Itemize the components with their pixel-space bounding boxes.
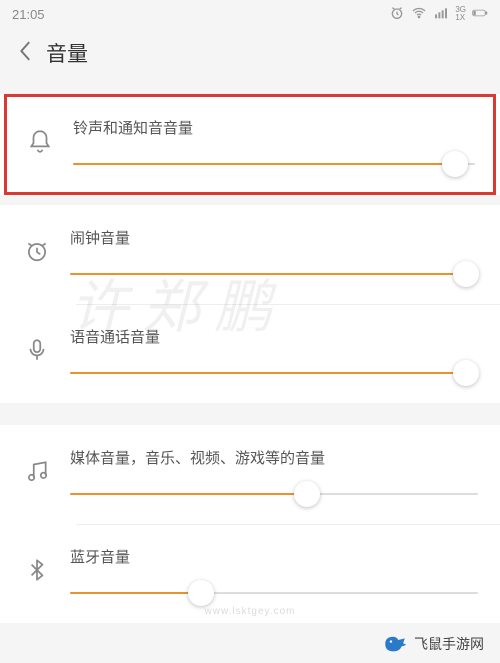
alarm-volume-row: 闹钟音量 [0, 205, 500, 304]
alarm-slider[interactable] [70, 262, 478, 286]
voice-label: 语音通话音量 [70, 326, 478, 347]
bluetooth-icon [22, 550, 52, 590]
brand-text: 飞鼠手游网 [414, 634, 484, 654]
ringtone-label: 铃声和通知音音量 [73, 117, 475, 138]
signal-icon [433, 5, 449, 24]
alarm-label: 闹钟音量 [70, 227, 478, 248]
ringtone-volume-row: 铃声和通知音音量 [4, 94, 496, 195]
media-slider[interactable] [70, 482, 478, 506]
voice-slider[interactable] [70, 361, 478, 385]
alarm-status-icon [389, 5, 405, 24]
media-volume-row: 媒体音量，音乐、视频、游戏等的音量 [0, 425, 500, 524]
voice-call-volume-row: 语音通话音量 [0, 304, 500, 403]
bluetooth-label: 蓝牙音量 [70, 546, 478, 567]
header: 音量 [0, 28, 500, 84]
bell-icon [25, 121, 55, 161]
status-time: 21:05 [12, 7, 45, 22]
microphone-icon [22, 330, 52, 370]
battery-icon [472, 5, 488, 24]
domain-watermark: www.lsktgey.com [0, 606, 500, 617]
ringtone-slider[interactable] [73, 152, 475, 176]
brand-badge: 飞鼠手游网 [382, 633, 484, 655]
wifi-icon [411, 5, 427, 24]
back-icon[interactable] [18, 40, 32, 67]
status-icons: 3G 1X [389, 5, 488, 24]
network-type: 3G 1X [455, 6, 466, 22]
bluetooth-slider[interactable] [70, 581, 478, 605]
alarm-clock-icon [22, 231, 52, 271]
page-title: 音量 [46, 38, 88, 68]
music-note-icon [22, 451, 52, 491]
media-label: 媒体音量，音乐、视频、游戏等的音量 [70, 447, 478, 468]
